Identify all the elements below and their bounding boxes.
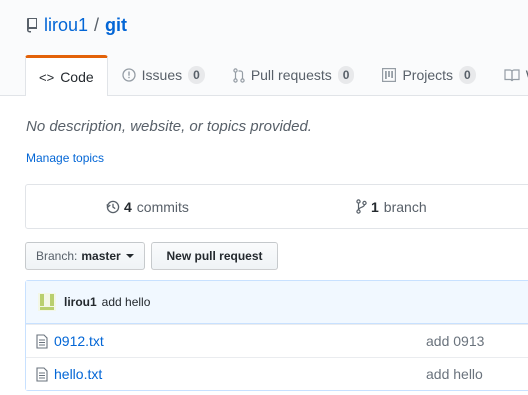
file-icon (36, 367, 48, 382)
tab-code[interactable]: <> Code (25, 55, 108, 96)
tab-issues-label: Issues (141, 67, 183, 83)
issue-icon (122, 68, 136, 82)
code-icon: <> (39, 69, 55, 85)
new-pull-request-button[interactable]: New pull request (151, 242, 278, 270)
numbers-summary: 4 commits 1 branch (25, 184, 528, 229)
file-icon (36, 334, 48, 349)
repo-header: lirou1 / git <> Code Issues 0 Pull reque… (0, 0, 528, 96)
commits-label: commits (136, 198, 189, 215)
branch-prefix: Branch: (36, 249, 78, 263)
commits-summary-link[interactable]: 4 commits (106, 185, 189, 228)
commit-message-link[interactable]: add hello (102, 295, 151, 309)
history-icon (106, 200, 120, 213)
tab-issues[interactable]: Issues 0 (108, 55, 219, 95)
tab-projects-label: Projects (402, 67, 454, 83)
file-commit-message-link[interactable]: add 0913 (426, 333, 484, 349)
file-name-link[interactable]: 0912.txt (54, 333, 104, 349)
branch-count: 1 (371, 198, 379, 215)
branch-value: master (81, 249, 121, 263)
avatar[interactable] (38, 293, 56, 311)
repo-title: lirou1 / git (26, 13, 127, 37)
tab-pull-requests-label: Pull requests (250, 67, 332, 83)
tab-projects[interactable]: Projects 0 (368, 55, 489, 95)
projects-counter: 0 (459, 66, 476, 84)
repo-description: No description, website, or topics provi… (26, 118, 312, 135)
pull-request-icon (233, 67, 245, 83)
repo-nav-tabs: <> Code Issues 0 Pull requests 0 Project… (25, 55, 528, 96)
branch-label: branch (383, 198, 427, 215)
repo-name-link[interactable]: git (105, 15, 127, 36)
manage-topics-link[interactable]: Manage topics (26, 151, 104, 165)
file-row: hello.txt add hello (26, 357, 528, 390)
commits-count: 4 (124, 198, 132, 215)
tab-pull-requests[interactable]: Pull requests 0 (219, 55, 369, 95)
repo-icon (27, 18, 37, 33)
commit-author-link[interactable]: lirou1 (64, 295, 97, 309)
file-list: lirou1 add hello 0912.txt add 0913 hello… (25, 280, 528, 391)
file-name-link[interactable]: hello.txt (54, 366, 102, 382)
latest-commit-bar: lirou1 add hello (26, 281, 528, 324)
branch-icon (356, 199, 367, 214)
branch-select-button[interactable]: Branch: master (25, 242, 145, 270)
tab-code-label: Code (60, 69, 94, 85)
caret-down-icon (125, 254, 134, 258)
pull-requests-counter: 0 (337, 66, 355, 84)
branch-summary-link[interactable]: 1 branch (356, 185, 427, 228)
repo-separator: / (94, 14, 100, 35)
repo-owner-link[interactable]: lirou1 (44, 15, 88, 36)
file-row: 0912.txt add 0913 (26, 324, 528, 357)
issues-counter: 0 (188, 66, 205, 84)
project-icon (382, 68, 397, 82)
wiki-icon (504, 68, 520, 81)
file-commit-message-link[interactable]: add hello (426, 366, 483, 382)
tab-wiki[interactable]: W (490, 55, 528, 95)
